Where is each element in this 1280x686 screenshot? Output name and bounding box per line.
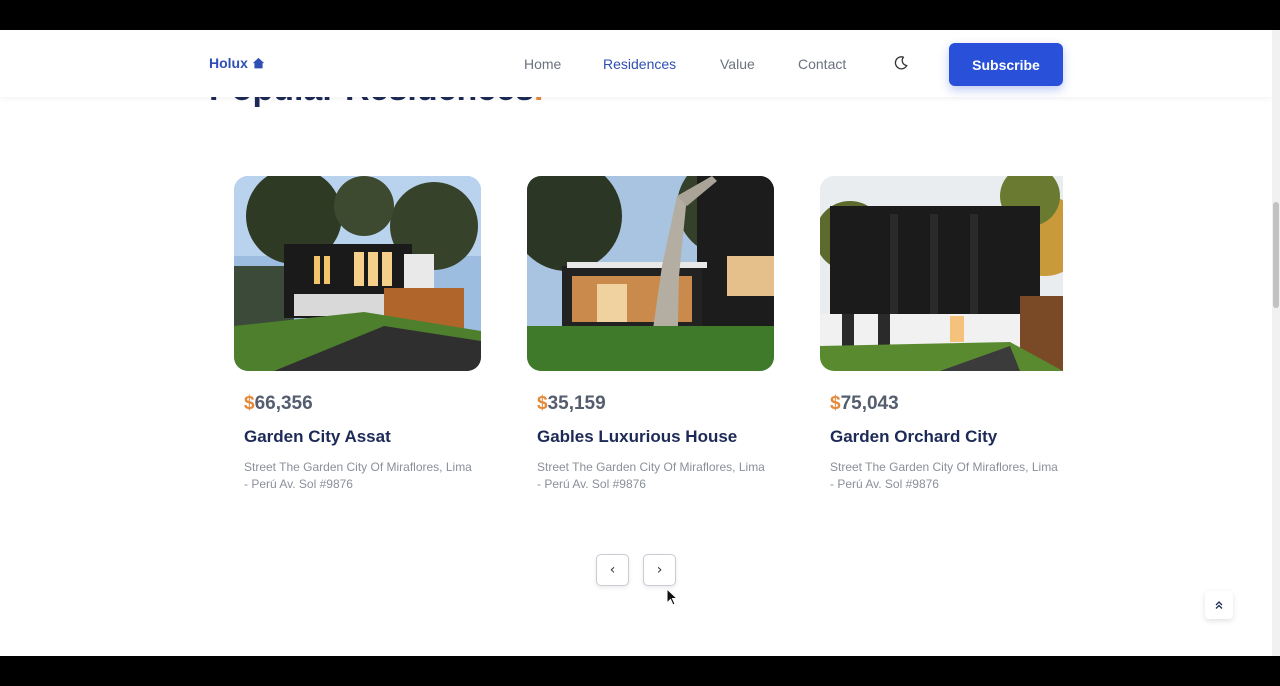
nav-residences[interactable]: Residences xyxy=(603,56,676,72)
double-chevron-up-icon xyxy=(1215,601,1223,609)
chevron-right-icon: › xyxy=(656,562,663,578)
residence-image xyxy=(820,176,1063,371)
page-viewport: Popular Residences. Holux Home Residence… xyxy=(0,30,1280,656)
logo[interactable]: Holux xyxy=(209,55,265,71)
mouse-cursor xyxy=(666,588,678,606)
residence-image xyxy=(234,176,481,371)
residence-address: Street The Garden City Of Miraflores, Li… xyxy=(537,460,765,491)
residence-address: Street The Garden City Of Miraflores, Li… xyxy=(830,460,1058,491)
chevron-left-icon: ‹ xyxy=(609,562,616,578)
subscribe-button[interactable]: Subscribe xyxy=(949,43,1063,86)
screen-top-bar xyxy=(0,0,1280,30)
nav-contact[interactable]: Contact xyxy=(798,56,846,72)
scrollbar[interactable] xyxy=(1272,30,1280,656)
scroll-up-button[interactable] xyxy=(1205,591,1233,619)
site-header: Holux Home Residences Value Contact Subs… xyxy=(0,30,1272,97)
residence-title: Garden City Assat xyxy=(244,427,391,446)
price: $66,356 xyxy=(244,393,313,414)
nav-home[interactable]: Home xyxy=(524,56,561,72)
carousel-prev-button[interactable]: ‹ xyxy=(596,554,629,586)
home-icon xyxy=(252,57,265,68)
carousel-next-button[interactable]: › xyxy=(643,554,676,586)
nav-value[interactable]: Value xyxy=(720,56,755,72)
screen-bottom-bar xyxy=(0,656,1280,686)
residence-image xyxy=(527,176,774,371)
residence-title: Gables Luxurious House xyxy=(537,427,738,446)
residence-card[interactable]: $35,159 Gables Luxurious House Street Th… xyxy=(527,176,775,491)
price: $35,159 xyxy=(537,393,606,414)
scrollbar-thumb[interactable] xyxy=(1273,202,1279,308)
residence-address: Street The Garden City Of Miraflores, Li… xyxy=(244,460,472,491)
moon-icon[interactable] xyxy=(893,55,909,71)
residence-card[interactable]: $66,356 Garden City Assat Street The Gar… xyxy=(234,176,482,491)
residence-card[interactable]: $75,043 Garden Orchard City Street The G… xyxy=(820,176,1068,491)
logo-text: Holux xyxy=(209,55,248,71)
residence-title: Garden Orchard City xyxy=(830,427,998,446)
price: $75,043 xyxy=(830,393,899,414)
